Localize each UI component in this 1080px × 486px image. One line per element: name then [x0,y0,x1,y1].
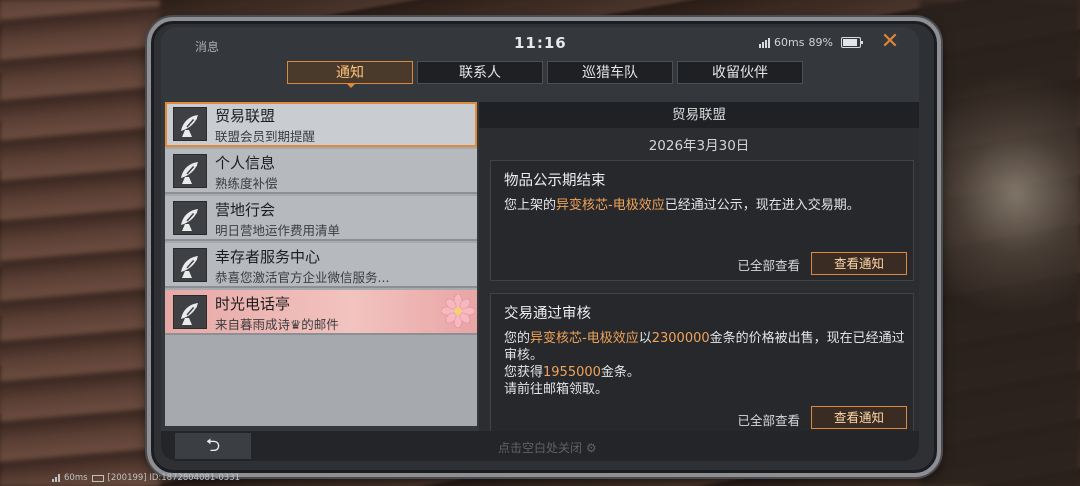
item-name: 异变核芯-电极效应 [530,331,639,346]
tab-shelter-partners[interactable]: 收留伙伴 [677,61,803,84]
satellite-dish-icon [173,107,207,141]
close-hint[interactable]: 点击空白处关闭 ⚙ [498,439,597,456]
footer-latency: 60ms [64,473,88,483]
signal-icon [52,474,60,482]
status-clock: 11:16 [514,34,567,52]
flower-icon [441,294,475,328]
read-all-link[interactable]: 已全部查看 [737,255,800,274]
debug-info: 60ms [200199] ID:1872804081-0331 [52,473,240,483]
list-item-title: 贸易联盟 [215,107,276,125]
satellite-dish-icon [173,154,207,188]
card-title: 交易通过审核 [504,306,591,322]
list-item-time-phone-booth[interactable]: 时光电话亭 来自暮雨成诗♛的邮件 [165,290,477,335]
view-notification-button[interactable]: 查看通知 [811,406,907,429]
list-item-subtitle: 恭喜您激活官方企业微信服务... [215,270,390,285]
list-item-title: 个人信息 [215,154,276,172]
phone-device: 消息 11:16 60ms 89% ✕ 通知 联系人 巡猎车队 收留伙伴 贸易联… [147,17,941,477]
tab-hunting-convoy[interactable]: 巡猎车队 [547,61,673,84]
detail-date: 2026年3月30日 [648,138,750,154]
close-icon[interactable]: ✕ [879,31,901,53]
background-right [920,0,1080,486]
network-latency: 60ms [774,36,805,49]
list-item-personal-info[interactable]: 个人信息 熟练度补偿 [165,149,477,194]
card-text: 金条。 [600,365,640,380]
background-left [0,0,160,486]
status-bar: 消息 11:16 60ms 89% ✕ [161,27,919,59]
card-title: 物品公示期结束 [504,173,606,189]
read-all-link[interactable]: 已全部查看 [737,410,800,429]
list-item-subtitle: 来自暮雨成诗♛的邮件 [215,317,339,332]
item-name: 异变核芯-电极效应 [556,198,665,213]
card-text: 已经通过公示，现在进入交易期。 [664,198,860,213]
battery-icon [91,474,104,482]
card-body: 您的异变核芯-电极效应以2300000金条的价格被出售，现在已经通过审核。 您获… [504,330,908,398]
sale-price: 2300000 [651,331,710,346]
card-text: 您上架的 [504,198,557,213]
footer-id: [200199] ID:1872804081-0331 [107,473,241,483]
phone-screen: 消息 11:16 60ms 89% ✕ 通知 联系人 巡猎车队 收留伙伴 贸易联… [161,27,919,461]
detail-header: 贸易联盟 [479,102,919,128]
notification-card: 交易通过审核 您的异变核芯-电极效应以2300000金条的价格被出售，现在已经通… [490,293,914,431]
battery-percent: 89% [808,36,833,49]
list-item-subtitle: 明日营地运作费用清单 [215,223,341,238]
bottom-bar: ⮌ 点击空白处关闭 ⚙ [161,431,919,461]
list-item-survivor-service[interactable]: 幸存者服务中心 恭喜您激活官方企业微信服务... [165,243,477,288]
status-label: 消息 [195,40,220,54]
back-button[interactable]: ⮌ [175,433,251,459]
view-notification-button[interactable]: 查看通知 [811,252,907,275]
list-item-title: 时光电话亭 [215,295,291,313]
list-item-title: 幸存者服务中心 [215,248,321,266]
detail-panel: 贸易联盟 2026年3月30日 物品公示期结束 您上架的异变核芯-电极效应已经通… [479,102,919,431]
satellite-dish-icon [173,201,207,235]
close-hint-text: 点击空白处关闭 [498,441,583,455]
message-list: 贸易联盟 联盟会员到期提醒 个人信息 熟练度补偿 营地行会 明日营地运作费用清单 [165,102,477,426]
card-text: 以 [638,331,652,346]
list-item-camp-guild[interactable]: 营地行会 明日营地运作费用清单 [165,196,477,241]
satellite-dish-icon [173,295,207,329]
gain-amount: 1955000 [543,365,601,380]
list-item-title: 营地行会 [215,201,276,219]
tab-notifications[interactable]: 通知 [287,61,413,88]
list-item-subtitle: 熟练度补偿 [215,176,278,191]
back-arrow-icon: ⮌ [205,435,221,456]
list-item-subtitle: 联盟会员到期提醒 [215,129,316,144]
satellite-dish-icon [173,248,207,282]
tab-bar: 通知 联系人 巡猎车队 收留伙伴 [287,61,803,88]
list-item-trade-alliance[interactable]: 贸易联盟 联盟会员到期提醒 [165,102,477,147]
card-text: 请前往邮箱领取。 [504,382,609,397]
tab-contacts[interactable]: 联系人 [417,61,543,84]
battery-icon [840,37,863,48]
card-text: 您获得 [504,365,544,380]
notification-card: 物品公示期结束 您上架的异变核芯-电极效应已经通过公示，现在进入交易期。 已全部… [490,160,914,281]
signal-icon [759,37,770,48]
status-network: 60ms 89% [759,36,863,49]
card-body: 您上架的异变核芯-电极效应已经通过公示，现在进入交易期。 [504,197,908,214]
card-text: 您的 [504,331,531,346]
gear-icon: ⚙ [585,441,597,455]
